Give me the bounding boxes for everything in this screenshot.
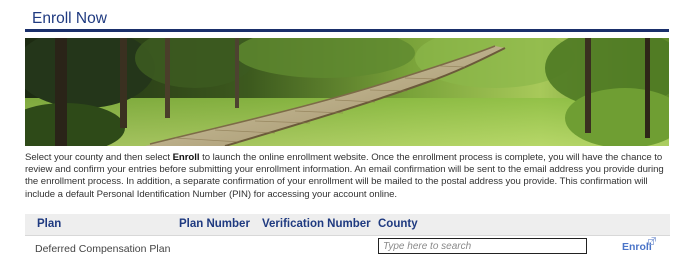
instructions-enroll-emphasis: Enroll	[172, 152, 200, 163]
plan-name-cell: Deferred Compensation Plan	[35, 243, 171, 255]
enroll-now-page: Enroll Now Select your county and then s…	[0, 0, 673, 257]
column-header-verification-number: Verification Number	[262, 218, 371, 230]
table-header-row: Plan Plan Number Verification Number Cou…	[25, 214, 670, 236]
page-title: Enroll Now	[32, 10, 107, 27]
instructions-text-start: Select your county and then select	[25, 152, 173, 163]
enrollment-instructions: Select your county and then select Enrol…	[25, 152, 671, 201]
column-header-county: County	[378, 218, 418, 230]
enrollment-table: Plan Plan Number Verification Number Cou…	[25, 214, 670, 257]
column-header-plan-number: Plan Number	[179, 218, 250, 230]
column-header-plan: Plan	[37, 218, 62, 230]
external-link-icon	[648, 237, 656, 245]
banner-image	[25, 38, 669, 146]
county-search-input[interactable]	[378, 238, 587, 254]
table-row: Deferred Compensation Plan Enroll	[25, 236, 670, 257]
section-header: Enroll Now	[25, 9, 669, 32]
